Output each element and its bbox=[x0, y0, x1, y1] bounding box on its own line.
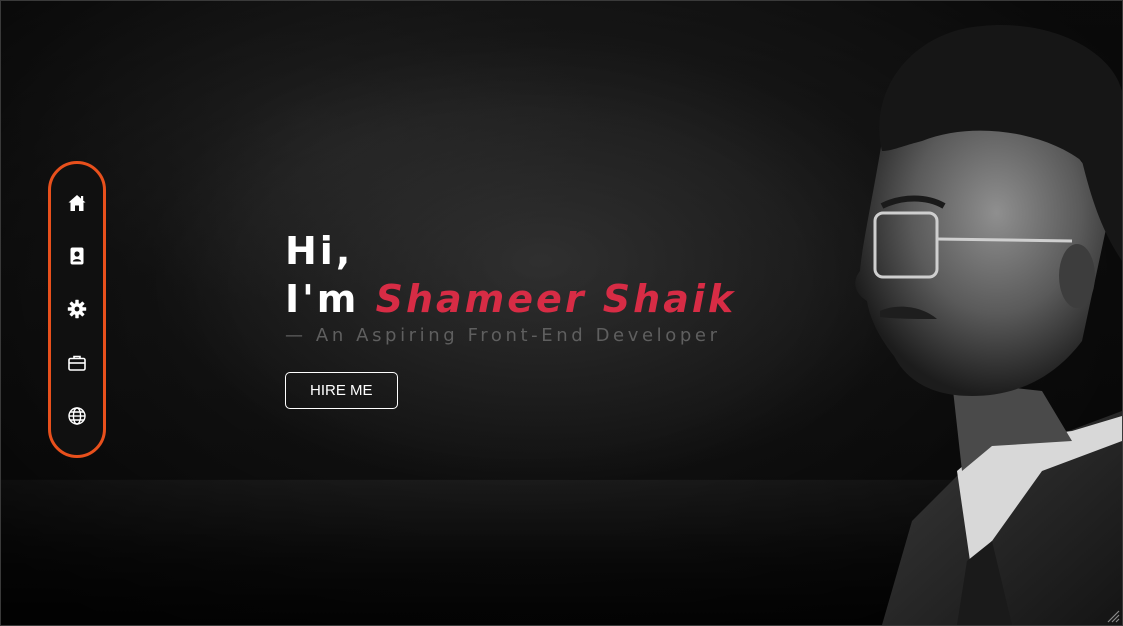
briefcase-icon bbox=[68, 355, 86, 371]
nav-contact[interactable] bbox=[62, 401, 92, 431]
hero-greeting: Hi, bbox=[285, 229, 354, 273]
gear-icon bbox=[67, 300, 87, 319]
nav-projects[interactable] bbox=[62, 348, 92, 378]
sidebar-nav bbox=[48, 161, 106, 458]
nav-skills[interactable] bbox=[62, 294, 92, 324]
hire-me-button[interactable]: HIRE ME bbox=[285, 372, 398, 409]
contact-card-icon bbox=[70, 247, 84, 265]
resize-grip-icon[interactable] bbox=[1106, 609, 1120, 623]
home-icon bbox=[68, 194, 86, 211]
nav-home[interactable] bbox=[62, 188, 92, 218]
hero-section: Hi, I'm Shameer Shaik — An Aspiring Fron… bbox=[285, 227, 736, 409]
globe-icon bbox=[68, 407, 86, 425]
portfolio-page: Hi, I'm Shameer Shaik — An Aspiring Fron… bbox=[0, 0, 1123, 626]
hero-name: Shameer Shaik bbox=[375, 277, 737, 321]
hero-subtitle: — An Aspiring Front-End Developer bbox=[285, 325, 721, 346]
profile-portrait bbox=[855, 25, 1122, 625]
nav-about[interactable] bbox=[62, 241, 92, 271]
hero-intro: I'm bbox=[285, 277, 376, 321]
hero-intro-line: I'm Shameer Shaik bbox=[285, 275, 736, 323]
